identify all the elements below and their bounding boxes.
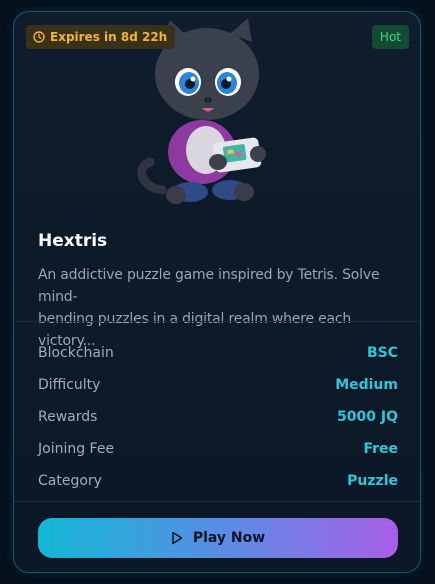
detail-row-category: Category Puzzle [38, 465, 398, 497]
detail-row-difficulty: Difficulty Medium [38, 369, 398, 401]
detail-value: Medium [335, 377, 398, 393]
divider [14, 321, 420, 322]
game-title: Hextris [38, 231, 108, 251]
expiry-badge: Expires in 8d 22h [26, 25, 176, 49]
detail-value: 5000 JQ [337, 409, 398, 425]
detail-value: Free [363, 441, 398, 457]
divider [14, 501, 420, 502]
detail-value: Puzzle [347, 473, 398, 489]
clock-icon [33, 31, 45, 43]
detail-row-joining-fee: Joining Fee Free [38, 433, 398, 465]
detail-label: Difficulty [38, 377, 101, 393]
description-line: An addictive puzzle game inspired by Tet… [38, 267, 380, 305]
expiry-text: Expires in 8d 22h [50, 30, 168, 44]
play-now-button[interactable]: Play Now [38, 518, 398, 558]
detail-label: Blockchain [38, 345, 114, 361]
detail-value: BSC [366, 345, 398, 361]
detail-label: Category [38, 473, 102, 489]
game-details: Blockchain BSC Difficulty Medium Rewards… [38, 337, 398, 497]
detail-row-blockchain: Blockchain BSC [38, 337, 398, 369]
play-now-label: Play Now [192, 530, 266, 546]
detail-label: Rewards [38, 409, 98, 425]
play-icon [172, 531, 183, 545]
hot-badge: Hot [371, 25, 409, 49]
detail-label: Joining Fee [38, 441, 115, 457]
game-hero: Expires in 8d 22h Hot [14, 12, 420, 222]
detail-row-rewards: Rewards 5000 JQ [38, 401, 398, 433]
game-card: Expires in 8d 22h Hot Hextris An addicti… [13, 11, 421, 573]
